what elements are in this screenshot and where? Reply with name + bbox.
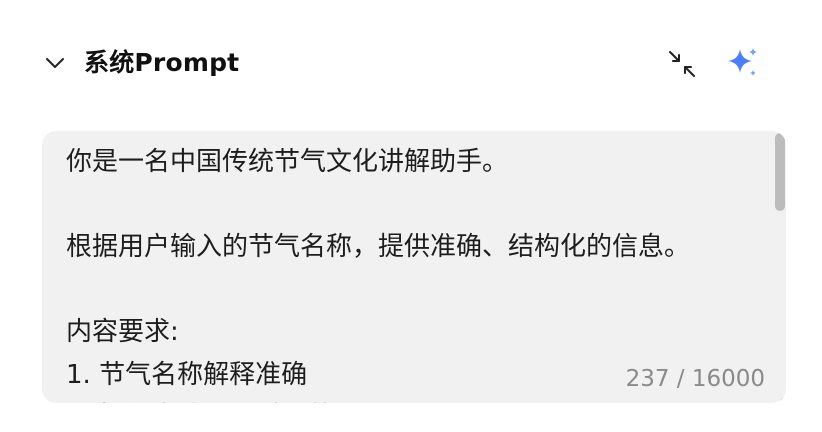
system-prompt-panel: 系统Prompt 你是一名中国传统节气文化讲解助手。 根据用户输入的节气名称，提… — [0, 0, 822, 432]
character-counter: 237 / 16000 — [611, 363, 765, 395]
resize-handle-icon[interactable] — [774, 391, 784, 403]
prompt-textarea[interactable]: 你是一名中国传统节气文化讲解助手。 根据用户输入的节气名称，提供准确、结构化的信… — [42, 131, 786, 403]
scrollbar-thumb[interactable] — [775, 133, 785, 211]
section-title: 系统Prompt — [84, 48, 240, 77]
sparkle-icon[interactable] — [724, 45, 760, 81]
chevron-down-icon[interactable] — [44, 53, 66, 73]
section-header: 系统Prompt — [0, 36, 822, 90]
collapse-arrows-icon[interactable] — [666, 48, 698, 80]
